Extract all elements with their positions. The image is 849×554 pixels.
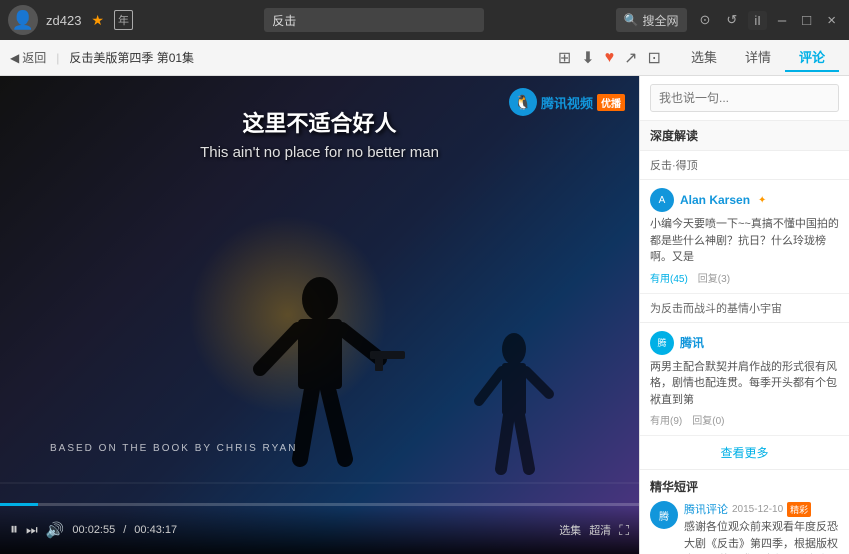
review-username[interactable]: 腾讯评论 bbox=[684, 501, 728, 517]
window-controls: ⊙ ↺ iI – □ × bbox=[695, 10, 841, 31]
vip-icon: 年 bbox=[114, 10, 133, 30]
vip-badge: 优播 bbox=[597, 94, 625, 111]
minimize-button[interactable]: – bbox=[773, 10, 791, 31]
search-icon: 🔍 bbox=[624, 13, 639, 27]
wifi-icon[interactable]: ⊙ bbox=[695, 10, 716, 30]
tab-comments[interactable]: 评论 bbox=[785, 43, 839, 72]
fullscreen-button[interactable]: ⛶ bbox=[619, 522, 629, 539]
see-more-button[interactable]: 查看更多 bbox=[640, 436, 849, 470]
tab-select-episode[interactable]: 选集 bbox=[677, 43, 731, 72]
short-review-header: 精华短评 bbox=[650, 478, 839, 495]
comment-header-2: 腾 腾讯 bbox=[650, 331, 839, 355]
search-global-button[interactable]: 🔍 搜全网 bbox=[616, 8, 687, 32]
time-separator: / bbox=[123, 524, 126, 536]
cast-icon[interactable]: ⊞ bbox=[558, 48, 571, 68]
comment-avatar: A bbox=[650, 188, 674, 212]
comment-username[interactable]: Alan Karsen bbox=[680, 193, 750, 207]
screenshot-icon[interactable]: ⊡ bbox=[648, 48, 661, 68]
comment-replies-2[interactable]: 回复(0) bbox=[692, 412, 724, 427]
section-hottest: 反击·得顶 bbox=[640, 151, 849, 180]
tab-details[interactable]: 详情 bbox=[731, 43, 785, 72]
comment-input-field[interactable] bbox=[650, 84, 839, 112]
comments-container: 深度解读 反击·得顶 A Alan Karsen ✦ 小编今天要喷一下~~真搞不… bbox=[640, 121, 849, 554]
back-arrow-icon: ◀ bbox=[10, 51, 19, 65]
section-deep-read: 深度解读 bbox=[640, 121, 849, 151]
search-text: 反击 bbox=[272, 12, 296, 29]
search-global-label: 搜全网 bbox=[643, 12, 679, 29]
username: zd423 bbox=[46, 13, 81, 28]
subtitle-english: This ain't no place for no better man bbox=[0, 144, 639, 161]
close-button[interactable]: × bbox=[822, 10, 841, 31]
play-pause-button[interactable]: ⏸ bbox=[10, 521, 18, 539]
tencent-penguin-icon: 🐧 bbox=[509, 88, 537, 116]
quality-ctrl[interactable]: 超清 bbox=[589, 522, 611, 538]
video-controls: ⏸ ⏭ 🔊 00:02:55 / 00:43:17 选集 超清 ⛶ bbox=[0, 506, 639, 554]
review-text: 感谢各位观众前来观看年度反恐大剧《反击》第四季，根据版权方HBO的要求，今年起所… bbox=[684, 519, 839, 554]
back-label: 返回 bbox=[22, 49, 46, 66]
comment-actions-2: 有用(9) 回复(0) bbox=[650, 412, 839, 427]
comment-likes[interactable]: 有用(45) bbox=[650, 270, 688, 285]
comment-text: 小编今天要喷一下~~真搞不懂中国拍的都是些什么神剧？抗日？什么玲珑榜啊。又是 bbox=[650, 216, 839, 266]
comment-avatar-2: 腾 bbox=[650, 331, 674, 355]
star-icon: ★ bbox=[91, 12, 104, 29]
comment-text-2: 两男主配合默契并肩作战的形式很有风格，剧情也配连贯。每季开头都有个包袱直到第 bbox=[650, 359, 839, 409]
current-time: 00:02:55 bbox=[72, 524, 115, 536]
comment-input-area bbox=[640, 76, 849, 121]
comment-likes-2[interactable]: 有用(9) bbox=[650, 412, 682, 427]
share-icon[interactable]: ↗ bbox=[624, 48, 637, 68]
search-input[interactable]: 反击 bbox=[264, 8, 484, 32]
toolbar-tabs: 选集 详情 评论 bbox=[677, 43, 839, 72]
next-button[interactable]: ⏭ bbox=[26, 522, 38, 538]
select-episode-ctrl[interactable]: 选集 bbox=[559, 522, 581, 538]
comment-item-2: 腾 腾讯 两男主配合默契并肩作战的形式很有风格，剧情也配连贯。每季开头都有个包袱… bbox=[640, 323, 849, 437]
book-credit: BASED ON THE BOOK BY CHRIS RYAN bbox=[50, 443, 297, 454]
review-date: 2015-12-10 bbox=[732, 504, 783, 515]
video-player[interactable]: 这里不适合好人 This ain't no place for no bette… bbox=[0, 76, 639, 554]
titlebar: 👤 zd423 ★ 年 反击 🔍 搜全网 ⊙ ↺ iI – □ × bbox=[0, 0, 849, 40]
ground-line bbox=[0, 482, 639, 484]
tencent-logo: 🐧 腾讯视频 优播 bbox=[509, 88, 625, 116]
right-panel: 深度解读 反击·得顶 A Alan Karsen ✦ 小编今天要喷一下~~真搞不… bbox=[639, 76, 849, 554]
review-avatar: 腾 bbox=[650, 501, 678, 529]
review-content: 腾讯评论 2015-12-10 精彩 感谢各位观众前来观看年度反恐大剧《反击》第… bbox=[684, 501, 839, 554]
short-review-item: 腾 腾讯评论 2015-12-10 精彩 感谢各位观众前来观看年度反恐大剧《反击… bbox=[650, 501, 839, 554]
review-user-row: 腾讯评论 2015-12-10 精彩 bbox=[684, 501, 839, 517]
action-figure-silhouette bbox=[230, 269, 410, 489]
tencent-video-text: 腾讯视频 bbox=[541, 93, 593, 112]
video-title: 反击美版第四季 第01集 bbox=[69, 49, 551, 66]
maximize-button[interactable]: □ bbox=[797, 10, 816, 31]
toolbar: ◀ 返回 | 反击美版第四季 第01集 ⊞ ⬇ ♥ ↗ ⊡ 选集 详情 评论 bbox=[0, 40, 849, 76]
comment-replies[interactable]: 回复(3) bbox=[698, 270, 730, 285]
review-badge: 精彩 bbox=[787, 502, 811, 517]
section-battle: 为反击而战斗的基情小宇宙 bbox=[640, 294, 849, 323]
volume-button[interactable]: 🔊 bbox=[46, 521, 65, 539]
comment-badge: ✦ bbox=[758, 195, 766, 206]
comment-item: A Alan Karsen ✦ 小编今天要喷一下~~真搞不懂中国拍的都是些什么神… bbox=[640, 180, 849, 294]
short-review-label: 精华短评 bbox=[650, 480, 698, 494]
heart-icon[interactable]: ♥ bbox=[605, 49, 615, 67]
toolbar-icons: ⊞ ⬇ ♥ ↗ ⊡ bbox=[558, 48, 661, 68]
comment-header: A Alan Karsen ✦ bbox=[650, 188, 839, 212]
main-area: 这里不适合好人 This ain't no place for no bette… bbox=[0, 76, 849, 554]
back-button[interactable]: ◀ 返回 bbox=[10, 49, 46, 66]
short-review-section: 精华短评 腾 腾讯评论 2015-12-10 精彩 感谢各位观众前来观看年度反恐… bbox=[640, 470, 849, 554]
total-time: 00:43:17 bbox=[134, 524, 177, 536]
comment-username-2[interactable]: 腾讯 bbox=[680, 334, 704, 351]
iI-display: iI bbox=[748, 11, 767, 30]
comment-actions: 有用(45) 回复(3) bbox=[650, 270, 839, 285]
refresh-icon[interactable]: ↺ bbox=[721, 10, 742, 30]
download-icon[interactable]: ⬇ bbox=[581, 48, 594, 68]
background-figure-silhouette bbox=[469, 329, 559, 489]
avatar: 👤 bbox=[8, 5, 38, 35]
